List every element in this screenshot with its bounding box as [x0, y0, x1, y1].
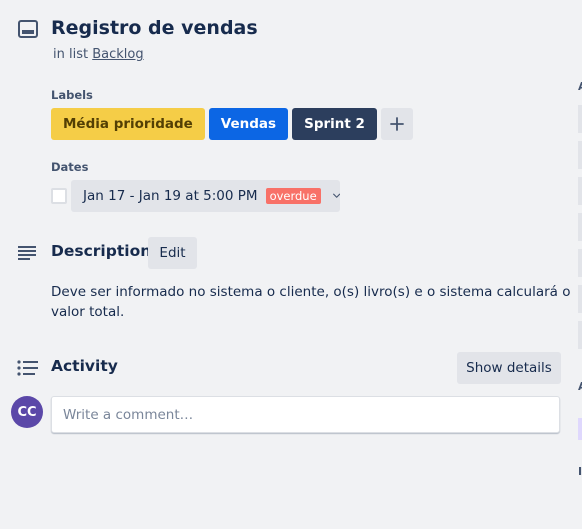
labels-heading: Labels: [51, 88, 93, 102]
sidebar-edge-button[interactable]: [578, 213, 582, 241]
card-icon: [18, 20, 38, 38]
date-button[interactable]: Jan 17 - Jan 19 at 5:00 PM overdue: [71, 180, 340, 212]
label-media-prioridade[interactable]: Média prioridade: [51, 108, 205, 140]
dates-heading: Dates: [51, 160, 89, 174]
sidebar-edge-letter: I: [578, 465, 582, 478]
overdue-badge: overdue: [265, 188, 321, 204]
sidebar-edge-button[interactable]: [578, 105, 582, 133]
sidebar-edge-button[interactable]: [578, 249, 582, 277]
sidebar-edge-letter: A: [578, 380, 582, 393]
in-list-text: in list Backlog: [53, 47, 144, 62]
in-list-prefix: in list: [53, 47, 89, 62]
edit-description-button[interactable]: Edit: [148, 237, 197, 269]
show-details-button[interactable]: Show details: [457, 352, 561, 384]
description-heading: Description: [51, 242, 152, 260]
sidebar-edge-button[interactable]: [578, 177, 582, 205]
sidebar-edge-button[interactable]: [578, 285, 582, 313]
description-text[interactable]: Deve ser informado no sistema o cliente,…: [51, 282, 571, 322]
activity-heading: Activity: [51, 357, 118, 375]
add-label-button[interactable]: [380, 108, 413, 140]
comment-input[interactable]: [51, 396, 560, 433]
label-vendas[interactable]: Vendas: [208, 108, 289, 140]
plus-icon: [390, 117, 404, 131]
sidebar-edge-button[interactable]: [578, 418, 582, 440]
avatar[interactable]: CC: [11, 396, 43, 428]
list-link[interactable]: Backlog: [92, 47, 143, 62]
labels-row: Média prioridade Vendas Sprint 2: [51, 108, 413, 140]
description-icon: [18, 246, 36, 260]
sidebar-edge-button[interactable]: [578, 321, 582, 349]
date-complete-checkbox[interactable]: [51, 188, 67, 204]
sidebar-edge-button[interactable]: [578, 141, 582, 169]
activity-icon: [17, 360, 38, 376]
label-sprint-2[interactable]: Sprint 2: [292, 108, 377, 140]
date-range: Jan 17 - Jan 19 at 5:00 PM: [83, 188, 258, 204]
chevron-down-icon: [332, 193, 340, 198]
sidebar-edge-letter: A: [578, 80, 582, 93]
card-title[interactable]: Registro de vendas: [51, 17, 258, 39]
